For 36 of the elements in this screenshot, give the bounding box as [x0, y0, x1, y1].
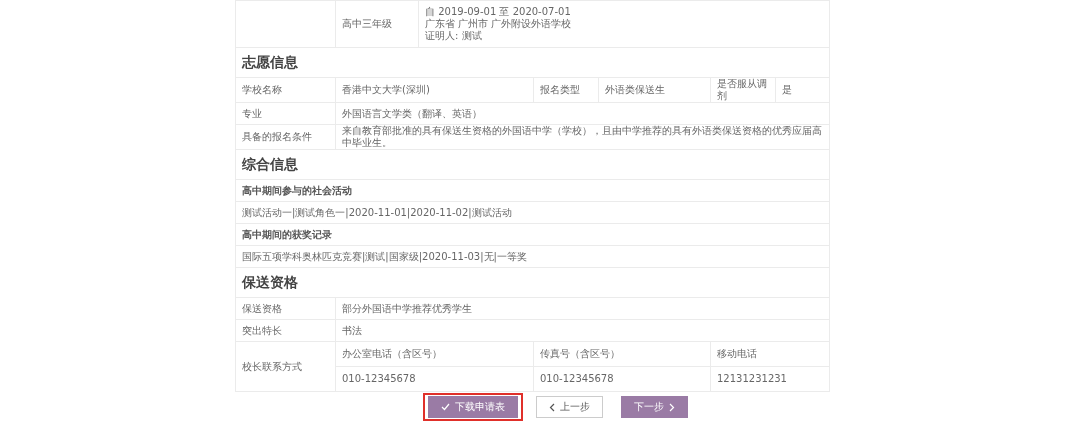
subheading: 高中期间的获奖记录: [235, 223, 830, 246]
section-title: 综合信息: [235, 149, 830, 180]
download-button[interactable]: 下载申请表: [428, 396, 518, 418]
value-cell: 外国语言文学类（翻译、英语）: [335, 102, 830, 125]
chevron-left-icon: [549, 402, 555, 412]
column-header: 移动电话: [710, 341, 830, 367]
phone-cell: 010-12345678: [335, 366, 534, 392]
phone-cell: 12131231231: [710, 366, 830, 392]
next-button[interactable]: 下一步: [621, 396, 688, 418]
column-header: 办公室电话（含区号）: [335, 341, 534, 367]
previous-button[interactable]: 上一步: [536, 396, 603, 418]
label-cell: 突出特长: [235, 319, 336, 342]
label-cell: 具备的报名条件: [235, 124, 336, 150]
record-cell: 国际五项学科奥林匹克竞赛|测试|国家级|2020-11-03|无|一等奖: [235, 245, 830, 268]
value-cell: 香港中文大学(深圳): [335, 77, 534, 103]
label-cell: 是否服从调剂: [710, 77, 776, 103]
label-cell: 学校名称: [235, 77, 336, 103]
record-cell: 测试活动一|测试角色一|2020-11-01|2020-11-02|测试活动: [235, 201, 830, 224]
phone-cell: 010-12345678: [533, 366, 711, 392]
section-title: 保送资格: [235, 267, 830, 298]
label-cell: 校长联系方式: [235, 341, 336, 392]
column-header: 传真号（含区号）: [533, 341, 711, 367]
school-record-cell: 自 2019-09-01 至 2020-07-01 广东省 广州市 广外附设外语学校 证明人: 测试: [418, 0, 830, 48]
grade-cell: 高中三年级: [335, 0, 419, 48]
section-title: 志愿信息: [235, 47, 830, 78]
value-cell: 部分外国语中学推荐优秀学生: [335, 297, 830, 320]
value-cell: 书法: [335, 319, 830, 342]
value-cell: 外语类保送生: [598, 77, 711, 103]
value-cell: 来自教育部批准的具有保送生资格的外国语中学（学校），且由中学推荐的具有外语类保送资格的优秀应届高中毕业生。: [335, 124, 830, 150]
check-icon: [441, 403, 450, 411]
chevron-right-icon: [669, 402, 675, 412]
label-cell: 保送资格: [235, 297, 336, 320]
subheading: 高中期间参与的社会活动: [235, 179, 830, 202]
label-cell: 报名类型: [533, 77, 599, 103]
value-cell: 是: [775, 77, 830, 103]
label-cell: 专业: [235, 102, 336, 125]
